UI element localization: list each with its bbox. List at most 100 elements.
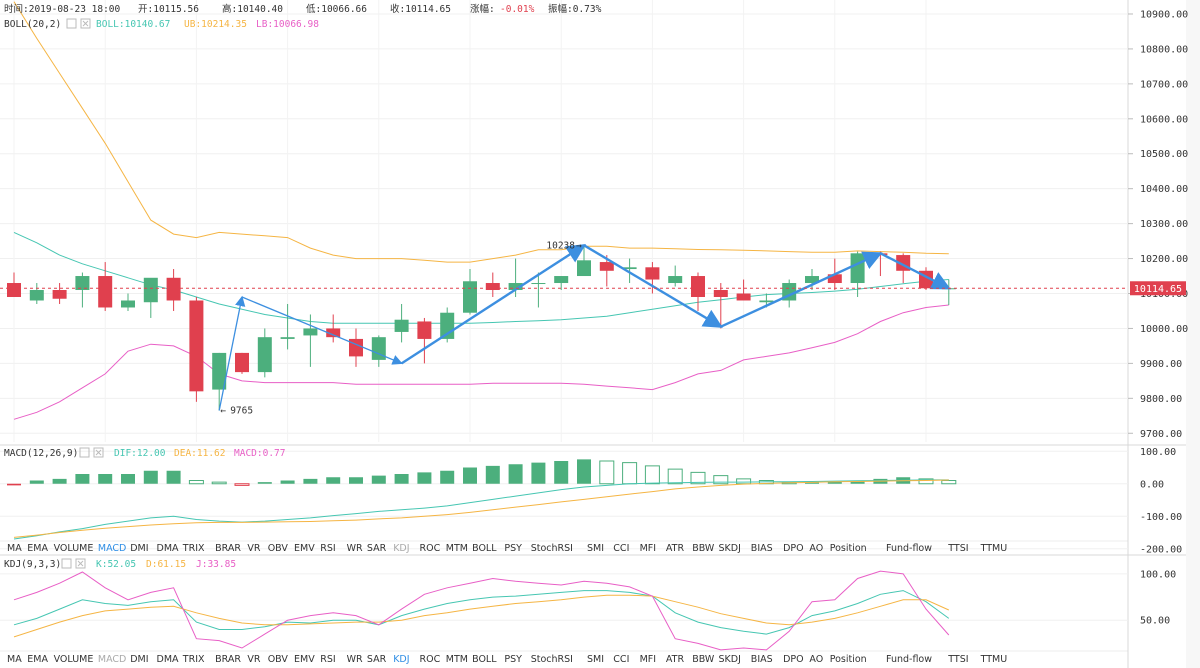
macd-histogram-bar [143, 470, 158, 484]
indicator-tab-mtm[interactable]: MTM [446, 543, 468, 554]
header-time: 时间:2019-08-23 18:00 [4, 3, 121, 15]
low-marker-arrow: ← [220, 406, 226, 417]
candle-body-up [75, 276, 90, 291]
indicator-tab-vr[interactable]: VR [247, 654, 260, 665]
macd-histogram-bar [622, 462, 638, 485]
candle-body-down [166, 277, 181, 301]
macd-axis-label: -200.00 [1140, 544, 1182, 555]
indicator-tab-bias[interactable]: BIAS [751, 654, 773, 665]
indicator-tab-position[interactable]: Position [830, 543, 867, 554]
candle-body-down [736, 293, 751, 301]
indicator-tab-macd[interactable]: MACD [98, 654, 126, 665]
indicator-tab-atr[interactable]: ATR [666, 654, 685, 665]
indicator-tab-ttmu[interactable]: TTMU [980, 543, 1008, 554]
indicator-tab-ma[interactable]: MA [7, 654, 22, 665]
indicator-tab-skdj[interactable]: SKDJ [719, 654, 741, 665]
kdj-j-value: J:33.85 [196, 559, 236, 570]
indicator-tab-obv[interactable]: OBV [268, 543, 289, 554]
indicator-tab-fund-flow[interactable]: Fund-flow [886, 654, 932, 665]
indicator-tab-emv[interactable]: EMV [294, 543, 315, 554]
candle-body-up [257, 337, 272, 373]
candle-body-down [189, 300, 204, 392]
indicator-tab-wr[interactable]: WR [347, 543, 363, 554]
indicator-tab-dma[interactable]: DMA [157, 654, 180, 665]
indicator-tab-kdj[interactable]: KDJ [393, 654, 409, 665]
grid-lines [0, 0, 1128, 442]
indicator-tab-boll[interactable]: BOLL [472, 543, 497, 554]
macd-histogram-bar [98, 474, 113, 484]
macd-histogram-bar [736, 478, 752, 485]
macd-histogram-bar [417, 472, 432, 484]
macd-settings-icon[interactable] [79, 447, 90, 458]
indicator-tab-ao[interactable]: AO [809, 543, 823, 554]
indicator-tab-dmi[interactable]: DMI [130, 654, 148, 665]
indicator-tab-dpo[interactable]: DPO [783, 543, 804, 554]
candle-body-up [29, 290, 44, 301]
price-axis-label: 9800.00 [1140, 394, 1182, 405]
indicator-tab-mtm[interactable]: MTM [446, 654, 468, 665]
indicator-tab-sar[interactable]: SAR [367, 654, 387, 665]
indicator-tab-dmi[interactable]: DMI [130, 543, 148, 554]
indicator-tab-trix[interactable]: TRIX [182, 654, 205, 665]
price-axis-label: 10700.00 [1140, 79, 1188, 90]
indicator-tab-wr[interactable]: WR [347, 654, 363, 665]
indicator-tab-mfi[interactable]: MFI [640, 654, 656, 665]
indicator-tab-obv[interactable]: OBV [268, 654, 289, 665]
indicator-tab-boll[interactable]: BOLL [472, 654, 497, 665]
indicator-tab-ttsi[interactable]: TTSI [947, 543, 968, 554]
price-axis-label: 10800.00 [1140, 44, 1188, 55]
indicator-tab-smi[interactable]: SMI [587, 543, 604, 554]
indicator-tab-cci[interactable]: CCI [613, 543, 629, 554]
candle-body-up [531, 283, 546, 285]
indicator-tab-macd[interactable]: MACD [98, 543, 126, 554]
macd-histogram-bar [121, 474, 135, 484]
indicator-tab-dma[interactable]: DMA [157, 543, 180, 554]
indicator-tab-position[interactable]: Position [830, 654, 867, 665]
indicator-tab-ttsi[interactable]: TTSI [947, 654, 968, 665]
indicator-tab-vr[interactable]: VR [247, 543, 260, 554]
price-axis-label: 10600.00 [1140, 114, 1188, 125]
indicator-tab-bias[interactable]: BIAS [751, 543, 773, 554]
indicator-tab-skdj[interactable]: SKDJ [719, 543, 741, 554]
indicator-tab-emv[interactable]: EMV [294, 654, 315, 665]
indicator-tab-ma[interactable]: MA [7, 543, 22, 554]
indicator-tab-brar[interactable]: BRAR [215, 543, 241, 554]
price-axis-label: 10900.00 [1140, 9, 1188, 20]
macd-axis-label: 0.00 [1140, 479, 1164, 490]
indicator-tab-psy[interactable]: PSY [504, 654, 522, 665]
candle-body-up [143, 277, 158, 303]
macd-histogram-bar [52, 478, 67, 484]
indicator-tab-stochrsi[interactable]: StochRSI [531, 543, 573, 554]
indicator-tab-bbw[interactable]: BBW [692, 543, 715, 554]
macd-dea-value: DEA:11.62 [174, 448, 225, 459]
indicator-tab-dpo[interactable]: DPO [783, 654, 804, 665]
indicator-tab-ema[interactable]: EMA [27, 543, 48, 554]
indicator-tab-volume[interactable]: VOLUME [54, 654, 94, 665]
indicator-tab-mfi[interactable]: MFI [640, 543, 656, 554]
indicator-tab-stochrsi[interactable]: StochRSI [531, 654, 573, 665]
macd-histogram-bar [188, 480, 204, 485]
indicator-tab-brar[interactable]: BRAR [215, 654, 241, 665]
indicator-tab-bbw[interactable]: BBW [692, 654, 715, 665]
indicator-tab-rsi[interactable]: RSI [320, 543, 335, 554]
macd-dea-line [13, 479, 949, 538]
indicator-tab-ema[interactable]: EMA [27, 654, 48, 665]
price-axis-label: 10000.00 [1140, 324, 1188, 335]
indicator-tab-cci[interactable]: CCI [613, 654, 629, 665]
indicator-tab-fund-flow[interactable]: Fund-flow [886, 543, 932, 554]
indicator-tab-ao[interactable]: AO [809, 654, 823, 665]
indicator-tab-psy[interactable]: PSY [504, 543, 522, 554]
indicator-tab-rsi[interactable]: RSI [320, 654, 335, 665]
kdj-settings-icon[interactable] [61, 558, 72, 569]
indicator-tab-roc[interactable]: ROC [420, 543, 441, 554]
candle-body-down [645, 267, 660, 280]
indicator-tab-volume[interactable]: VOLUME [54, 543, 94, 554]
indicator-tab-smi[interactable]: SMI [587, 654, 604, 665]
indicator-tab-atr[interactable]: ATR [666, 543, 685, 554]
indicator-tab-sar[interactable]: SAR [367, 543, 387, 554]
indicator-tab-trix[interactable]: TRIX [182, 543, 205, 554]
indicator-tab-kdj[interactable]: KDJ [393, 543, 409, 554]
indicator-tab-ttmu[interactable]: TTMU [980, 654, 1008, 665]
boll-settings-icon[interactable] [66, 18, 77, 29]
indicator-tab-roc[interactable]: ROC [420, 654, 441, 665]
